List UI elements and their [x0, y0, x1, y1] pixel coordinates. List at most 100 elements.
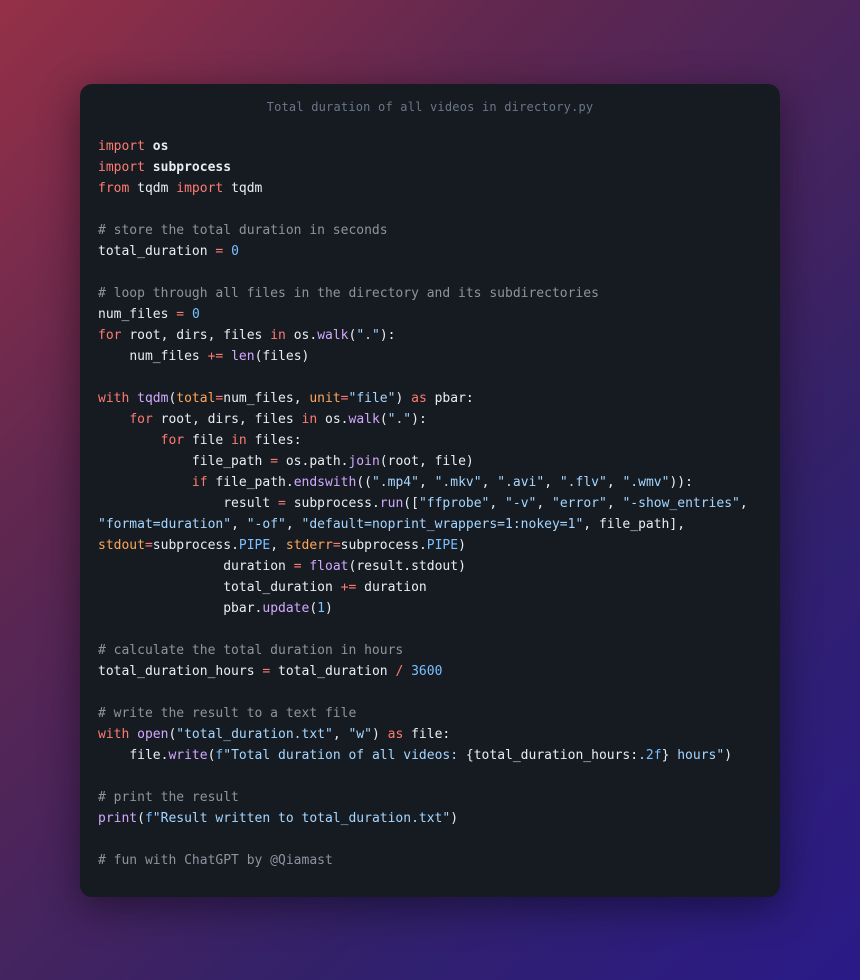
card-title: Total duration of all videos in director…: [80, 84, 780, 124]
code-token: ): [411, 412, 419, 427]
code-token: ,: [740, 496, 756, 511]
code-token: ,: [544, 475, 560, 490]
code-token: # loop through all files in the director…: [98, 286, 599, 301]
code-token: stderr: [286, 538, 333, 553]
code-token: os: [294, 328, 310, 343]
code-token: [223, 181, 231, 196]
code-token: (: [380, 412, 388, 427]
code-token: files: [255, 412, 294, 427]
code-line: [98, 367, 762, 388]
code-token: ,: [208, 328, 224, 343]
code-token: "file": [349, 391, 396, 406]
code-token: .: [309, 328, 317, 343]
code-token: [98, 559, 223, 574]
code-token: [286, 559, 294, 574]
code-token: total_duration_hours: [474, 748, 631, 763]
code-token: :: [685, 475, 693, 490]
code-token: if: [192, 475, 208, 490]
code-line: for root, dirs, files in os.walk("."):: [98, 409, 762, 430]
code-token: # print the result: [98, 790, 239, 805]
code-token: +=: [208, 349, 224, 364]
code-token: ,: [482, 475, 498, 490]
code-token: [129, 181, 137, 196]
code-token: subprocess: [153, 160, 231, 175]
code-token: subprocess: [294, 496, 372, 511]
code-token: "-v": [505, 496, 536, 511]
code-token: file: [411, 727, 442, 742]
code-line: duration = float(result.stdout): [98, 556, 762, 577]
code-token: subprocess: [153, 538, 231, 553]
code-token: ): [458, 559, 466, 574]
code-token: [98, 601, 223, 616]
code-token: [200, 349, 208, 364]
code-token: [333, 580, 341, 595]
code-token: ".": [388, 412, 411, 427]
code-token: ".mkv": [435, 475, 482, 490]
code-token: result: [356, 559, 403, 574]
code-token: ,: [286, 517, 302, 532]
code-token: import: [176, 181, 223, 196]
code-token: len: [231, 349, 254, 364]
code-token: [184, 307, 192, 322]
code-token: tqdm: [137, 391, 168, 406]
code-token: total_duration: [223, 580, 333, 595]
code-token: [317, 412, 325, 427]
code-token: ".wmv": [622, 475, 669, 490]
code-line: import os: [98, 136, 762, 157]
code-token: [145, 139, 153, 154]
code-token: file: [129, 748, 160, 763]
code-token: total_duration: [98, 244, 208, 259]
code-token: total_duration_hours: [98, 664, 255, 679]
code-token: =: [176, 307, 184, 322]
code-line: total_duration = 0: [98, 241, 762, 262]
code-token: 1: [317, 601, 325, 616]
code-token: ): [302, 349, 310, 364]
code-line: num_files = 0: [98, 304, 762, 325]
code-token: file_path: [192, 454, 262, 469]
code-token: :: [419, 412, 427, 427]
code-token: # write the result to a text file: [98, 706, 356, 721]
code-token: tqdm: [137, 181, 168, 196]
code-token: ): [325, 601, 333, 616]
code-token: os: [286, 454, 302, 469]
code-token: num_files: [98, 307, 168, 322]
code-token: unit: [309, 391, 340, 406]
code-token: pbar: [435, 391, 466, 406]
code-line: for file in files:: [98, 430, 762, 451]
code-token: ,: [231, 517, 247, 532]
code-token: float: [309, 559, 348, 574]
code-token: [286, 328, 294, 343]
code-token: 3600: [411, 664, 442, 679]
code-token: ".avi": [497, 475, 544, 490]
code-token: "Result written to total_duration.txt": [153, 811, 450, 826]
code-token: 0: [231, 244, 239, 259]
code-token: .: [286, 475, 294, 490]
code-token: open: [137, 727, 168, 742]
code-token: file_path: [599, 517, 669, 532]
code-token: root: [161, 412, 192, 427]
code-token: os: [325, 412, 341, 427]
code-line: if file_path.endswith((".mp4", ".mkv", "…: [98, 472, 762, 493]
code-token: "-show_entries": [622, 496, 739, 511]
code-line: with tqdm(total=num_files, unit="file") …: [98, 388, 762, 409]
code-token: .: [231, 538, 239, 553]
code-token: as: [388, 727, 404, 742]
code-token: .: [638, 748, 646, 763]
code-token: {: [466, 748, 474, 763]
code-token: endswith: [294, 475, 357, 490]
code-token: [98, 412, 129, 427]
code-token: ,: [333, 727, 349, 742]
code-token: # store the total duration in seconds: [98, 223, 388, 238]
code-token: =: [145, 538, 153, 553]
code-token: [129, 391, 137, 406]
code-token: [129, 727, 137, 742]
code-token: files: [262, 349, 301, 364]
code-line: pbar.update(1): [98, 598, 762, 619]
code-token: stdout: [98, 538, 145, 553]
code-token: [247, 433, 255, 448]
code-line: file_path = os.path.join(root, file): [98, 451, 762, 472]
code-token: dirs: [208, 412, 239, 427]
code-token: os: [153, 139, 169, 154]
code-token: .: [403, 559, 411, 574]
code-token: ): [724, 748, 732, 763]
